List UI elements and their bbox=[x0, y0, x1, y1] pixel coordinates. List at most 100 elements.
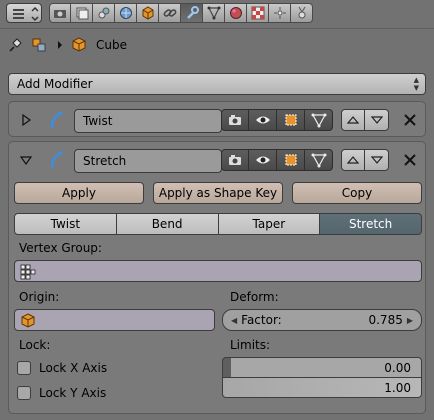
left-arrow-icon: ◀ bbox=[231, 315, 238, 325]
deform-method-twist[interactable]: Twist bbox=[14, 213, 117, 235]
factor-label: Factor: bbox=[241, 313, 282, 327]
apply-as-shape-key-button[interactable]: Apply as Shape Key bbox=[153, 182, 283, 204]
arrow-up-icon bbox=[347, 116, 359, 124]
cage-toggle[interactable] bbox=[305, 109, 333, 131]
viewport-toggle[interactable] bbox=[249, 149, 277, 171]
tab-modifiers[interactable] bbox=[181, 3, 203, 23]
world-icon bbox=[119, 7, 132, 19]
checker-texture-icon bbox=[251, 6, 264, 20]
modifier-name-field[interactable]: Twist bbox=[74, 109, 222, 133]
cage-toggle[interactable] bbox=[305, 149, 333, 171]
tab-scene[interactable] bbox=[93, 3, 115, 23]
move-down-button[interactable] bbox=[365, 149, 389, 171]
eye-icon bbox=[255, 156, 270, 164]
cube-icon bbox=[21, 313, 35, 328]
editor-type-menu[interactable] bbox=[6, 3, 42, 23]
tab-constraints[interactable] bbox=[159, 3, 181, 23]
modifier-visibility-toggles bbox=[221, 109, 333, 131]
modifier-panel-stretch: Stretch Apply Apply as Shape Key Copy Tw… bbox=[8, 141, 426, 414]
remove-modifier-close-icon[interactable] bbox=[402, 112, 418, 128]
tab-physics[interactable] bbox=[291, 3, 313, 23]
mesh-data-icon bbox=[207, 6, 220, 20]
move-up-button[interactable] bbox=[341, 109, 365, 131]
deform-method-taper[interactable]: Taper bbox=[218, 213, 321, 235]
lock-y-axis-row[interactable]: Lock Y Axis bbox=[17, 386, 106, 400]
tab-world[interactable] bbox=[115, 3, 137, 23]
deform-method-stretch[interactable]: Stretch bbox=[320, 213, 422, 235]
chain-link-icon bbox=[163, 9, 176, 17]
modifier-name-field[interactable]: Stretch bbox=[74, 149, 222, 173]
add-modifier-dropdown[interactable]: Add Modifier ▲ ▼ bbox=[8, 73, 426, 95]
tab-material[interactable] bbox=[225, 3, 247, 23]
deform-method-bend[interactable]: Bend bbox=[116, 213, 219, 235]
cube-icon bbox=[72, 37, 86, 52]
viewport-toggle[interactable] bbox=[249, 109, 277, 131]
wrench-icon bbox=[186, 6, 199, 19]
eye-icon bbox=[255, 116, 270, 124]
arrow-down-icon bbox=[370, 156, 383, 164]
dropdown-arrows-icon: ▲ ▼ bbox=[413, 76, 419, 92]
tab-render[interactable] bbox=[49, 3, 71, 23]
origin-object-field[interactable] bbox=[14, 309, 215, 331]
render-layers-icon bbox=[76, 7, 88, 20]
limits-label: Limits: bbox=[230, 338, 271, 352]
limit-max-slider[interactable]: 1.00 bbox=[222, 377, 422, 398]
properties-tab-strip bbox=[0, 0, 434, 26]
material-sphere-icon bbox=[229, 7, 242, 19]
editmode-toggle[interactable] bbox=[277, 149, 305, 171]
apply-button[interactable]: Apply bbox=[14, 182, 144, 204]
tab-particles[interactable] bbox=[269, 3, 291, 23]
lock-label: Lock: bbox=[19, 338, 51, 352]
context-tabs bbox=[49, 3, 319, 23]
render-toggle[interactable] bbox=[221, 109, 249, 131]
arrow-up-icon bbox=[347, 156, 359, 164]
copy-button[interactable]: Copy bbox=[292, 182, 422, 204]
modifier-header: Stretch bbox=[9, 142, 425, 178]
factor-value: 0.785 bbox=[368, 313, 403, 327]
tab-render-layers[interactable] bbox=[71, 3, 93, 23]
deform-modifier-icon bbox=[50, 151, 64, 169]
add-modifier-label: Add Modifier bbox=[17, 77, 93, 91]
vertex-group-icon bbox=[20, 264, 36, 280]
limit-min-slider[interactable]: 0.00 bbox=[222, 357, 422, 378]
move-up-button[interactable] bbox=[341, 149, 365, 171]
lock-x-axis-label: Lock X Axis bbox=[39, 361, 108, 375]
cage-triangle-icon bbox=[311, 153, 326, 168]
arrow-down-icon bbox=[370, 116, 383, 124]
properties-editor-icon bbox=[13, 6, 39, 22]
tab-texture[interactable] bbox=[247, 3, 269, 23]
modifier-visibility-toggles bbox=[221, 149, 333, 171]
particles-icon bbox=[273, 7, 286, 19]
render-toggle[interactable] bbox=[221, 149, 249, 171]
collapse-triangle-icon[interactable] bbox=[19, 153, 33, 167]
origin-label: Origin: bbox=[19, 290, 60, 304]
lock-x-axis-row[interactable]: Lock X Axis bbox=[17, 361, 107, 375]
lock-x-axis-checkbox[interactable] bbox=[17, 361, 31, 375]
breadcrumb: Cube bbox=[6, 34, 127, 56]
object-name: Cube bbox=[96, 38, 127, 52]
tab-object[interactable] bbox=[137, 3, 159, 23]
deform-label: Deform: bbox=[230, 290, 279, 304]
editmode-toggle[interactable] bbox=[277, 109, 305, 131]
factor-field[interactable]: ◀ Factor: 0.785 ▶ bbox=[222, 309, 422, 331]
separator bbox=[0, 28, 434, 29]
vertex-group-field[interactable] bbox=[14, 260, 422, 282]
camera-icon bbox=[54, 10, 66, 18]
pin-icon[interactable] bbox=[6, 36, 24, 54]
remove-modifier-close-icon[interactable] bbox=[402, 152, 418, 168]
vertex-group-label: Vertex Group: bbox=[19, 241, 102, 255]
scene-icon bbox=[98, 7, 109, 19]
physics-icon bbox=[298, 6, 305, 19]
move-down-button[interactable] bbox=[365, 109, 389, 131]
move-buttons bbox=[341, 149, 389, 171]
deform-modifier-icon bbox=[50, 111, 64, 129]
lock-y-axis-checkbox[interactable] bbox=[17, 386, 31, 400]
expand-triangle-icon[interactable] bbox=[19, 113, 33, 127]
edit-mode-icon bbox=[285, 154, 296, 166]
deform-method-tabs: Twist Bend Taper Stretch bbox=[14, 213, 422, 235]
limit-max-value: 1.00 bbox=[384, 380, 411, 395]
camera-icon bbox=[229, 115, 241, 125]
tab-data[interactable] bbox=[203, 3, 225, 23]
modifier-header: Twist bbox=[9, 102, 425, 138]
move-buttons bbox=[341, 109, 389, 131]
